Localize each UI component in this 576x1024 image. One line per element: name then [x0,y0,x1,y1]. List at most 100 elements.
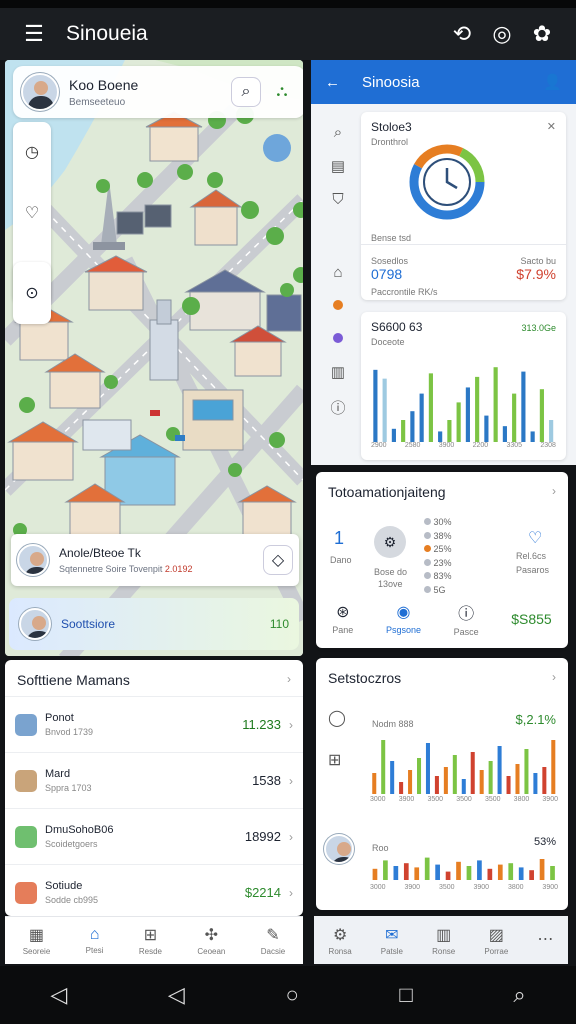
list-item[interactable]: Sotiude Sodde cb995 $2214 › [5,864,303,920]
list-item[interactable]: DmuSohoB06 Scoidetgoers 18992 › [5,808,303,864]
item-sub: Scoidetgoers [45,839,98,849]
nav-item[interactable]: ⊞ Resde [139,925,162,956]
back-alt-icon[interactable]: ◁ [168,982,185,1008]
tour-card[interactable]: Totoamationjaiteng › 1 Dano ⚙ Bose do 13o… [316,472,568,648]
menu-icon[interactable]: ☰ [14,21,54,47]
item-sub: Bnvod 1739 [45,727,94,737]
stats-ticks-2: 3000 3900 3500 3900 3800 3900 [370,884,558,891]
tour-mid-sub: 13ove [378,579,403,589]
palette-icon[interactable]: ✿ [522,21,562,47]
nav-label: Seoreie [22,947,51,956]
chart-icon[interactable]: ▥ [331,363,345,381]
chart-bar [521,371,526,442]
settings-list: Softtiene Mamans › Ponot Bnvod 1739 11.233 ›… [5,660,303,916]
tag-icon[interactable]: ⛉ [332,191,343,208]
chart-bar [497,864,503,880]
grid-icon[interactable]: ⊞ [328,750,346,770]
home-icon[interactable]: ⌂ [333,264,342,281]
list-item[interactable]: Ponot Bnvod 1739 11.233 › [5,696,303,752]
share-icon[interactable]: ⟲ [442,21,482,47]
back-icon[interactable]: ◁ [50,982,67,1008]
home-icon: ⌂ [89,926,100,943]
dashboard-panel: ← Sinoosia 👤 ⌕ ▤ ⛉ ⌂ ▥ ⓘ Stoloe3 Dronthr… [311,60,576,465]
heart-icon[interactable]: ♡ [528,528,542,548]
chart-bar [401,420,406,442]
tick-label: 3900 [398,796,415,803]
filter-icon: ⛬ [276,83,288,100]
profile-card[interactable]: Koo Boene Bemseeteuo ⌕ ⛬ [13,66,303,118]
highlight-bar[interactable]: Soottsiore 110 [9,598,299,650]
chevron-right-icon[interactable]: › [289,718,293,732]
stat-dot-icon [424,572,431,579]
chart-bar [542,767,547,794]
chart-bar [381,740,386,794]
chevron-right-icon[interactable]: › [289,830,293,844]
chevron-right-icon[interactable]: › [289,886,293,900]
info-icon[interactable]: ⓘ [330,397,345,418]
nav-item[interactable]: ⋯ [537,929,553,951]
status-dots-icon [333,297,343,314]
chart-bar [524,749,529,794]
item-icon [15,713,37,736]
nav-item[interactable]: ✣ Ceoean [197,925,225,956]
chart-bar [438,431,443,442]
tour-bottom-item[interactable]: ⊛ Pane [332,602,353,635]
location-control[interactable]: ⊙ [13,262,51,324]
chart-bar [533,773,538,794]
chevron-right-icon[interactable]: › [287,672,291,688]
timer-icon[interactable]: ◯ [328,708,346,728]
clock-card[interactable]: Stoloe3 Dronthrol ✕ Bense tsd Sosedlos 0… [361,112,566,300]
item-sub: Sppra 1703 [45,783,92,793]
nav-item[interactable]: ▨ Porrae [484,925,508,956]
item-name: Ponot [45,712,74,724]
nav-item[interactable]: ▦ Seoreie [23,925,51,956]
avatar [21,73,59,111]
chevron-right-icon[interactable]: › [552,670,556,686]
place-info-card[interactable]: Anole/Bteoe Tk Sqtennetre Soire Tovenpit… [11,534,299,586]
chart-bar [417,758,422,794]
search-button[interactable]: ⌕ [231,77,261,107]
search-icon[interactable]: ⌕ [334,124,342,141]
nav-item[interactable]: ⌂ Ptesi [86,926,104,955]
search-icon[interactable]: ⌕ [513,982,525,1008]
place-subtitle: Sqtennetre Soire Tovenpit 2.0192 [59,564,193,574]
nav-item[interactable]: ⚙ Ronsa [329,925,352,956]
compass-icon[interactable]: ◷ [25,142,39,162]
chart-bar [456,861,461,880]
user-icon[interactable]: 👤 [543,73,562,91]
tour-bottom-item[interactable]: ⓘ Pasce [454,600,479,637]
bar-chart-card[interactable]: S6600 63 Doceote 313.0Ge 2900 2580 3900 220… [361,312,566,460]
chart-bar [508,863,514,880]
nav-item[interactable]: ✎ Dacsie [261,925,285,956]
filter-button[interactable]: ⛬ [267,77,297,107]
nav-item[interactable]: ▥ Ronse [432,925,455,956]
tour-mid-label: Bose do [374,567,408,577]
chevron-right-icon[interactable]: › [289,774,293,788]
chart-bar [372,773,377,794]
chart-bar [477,860,482,880]
close-icon[interactable]: ✕ [547,120,556,147]
tour-stat: 23% [424,557,484,571]
settings-icon[interactable]: ◎ [482,21,522,47]
stats-card[interactable]: Setstoczros › ◯ ⊞ Nodm 888 $,2.1% 3000 390… [316,658,568,910]
system-nav-bar: ◁ ◁ ○ □ ⌕ [0,966,576,1024]
chart-bar [393,866,399,880]
nav-item[interactable]: ✉ Patsle [381,925,403,956]
tick-label: 3900 [404,884,421,891]
open-button[interactable]: ◇ [263,545,293,575]
item-value: 18992 [244,829,281,844]
heart-icon[interactable]: ♡ [25,203,39,223]
tick-label: 3900 [542,884,558,891]
tick-label: 3900 [473,884,490,891]
chat-icon: ✉ [385,926,399,944]
home-circle-icon[interactable]: ○ [285,982,298,1008]
tour-bottom-item[interactable]: ◉ Psgsone [386,602,421,635]
grid-icon: ⊞ [143,927,158,944]
doc-icon[interactable]: ▤ [331,157,345,175]
recents-icon[interactable]: □ [399,982,412,1008]
chevron-right-icon[interactable]: › [552,484,556,500]
back-arrow-icon[interactable]: ← [325,74,340,91]
list-item[interactable]: Mard Sppra 1703 1538 › [5,752,303,808]
chart-bar [465,387,470,442]
clock-right-label: Sacto bu [520,256,556,266]
